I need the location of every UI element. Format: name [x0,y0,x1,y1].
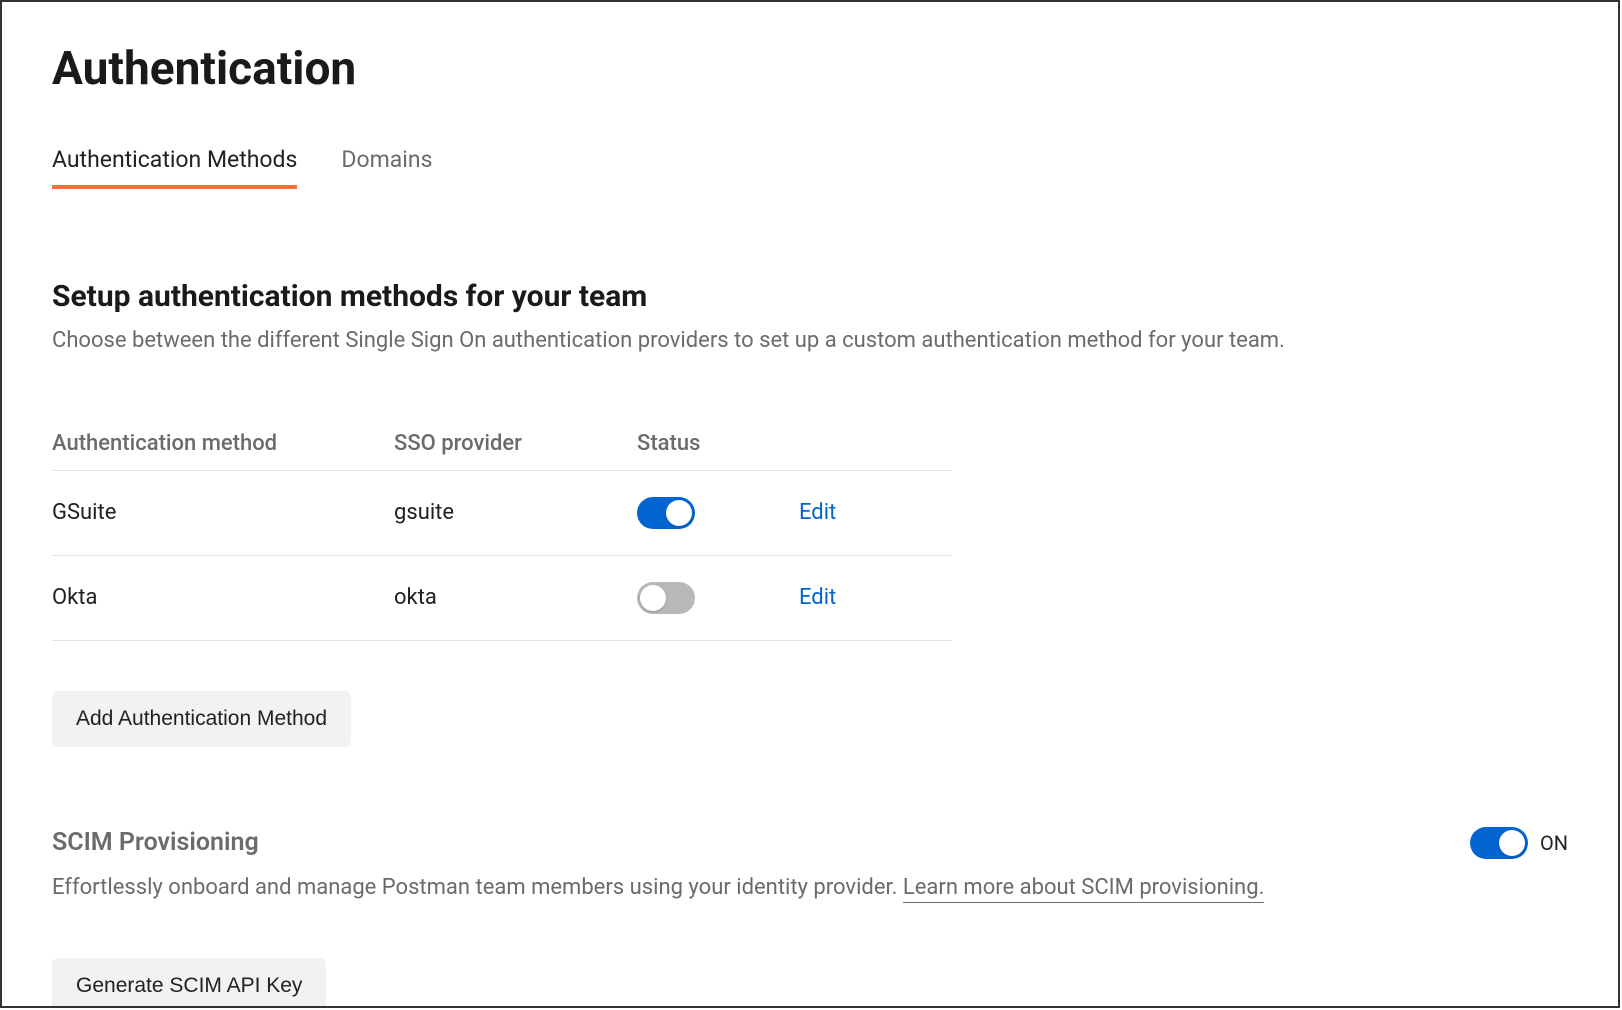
table-row: Okta okta Edit [52,555,952,640]
cell-action: Edit [799,470,952,555]
tabs-row: Authentication Methods Domains [52,146,1568,189]
cell-provider: gsuite [394,470,637,555]
scim-section: SCIM Provisioning ON Effortlessly onboar… [52,827,1568,1008]
scim-title: SCIM Provisioning [52,828,259,857]
section-heading: Setup authentication methods for your te… [52,279,1568,314]
cell-status [637,470,799,555]
edit-link[interactable]: Edit [799,585,836,610]
cell-provider: okta [394,555,637,640]
authentication-settings-panel: Authentication Authentication Methods Do… [0,0,1620,1008]
cell-action: Edit [799,555,952,640]
edit-link[interactable]: Edit [799,500,836,525]
scim-learn-more-link[interactable]: Learn more about SCIM provisioning. [903,875,1264,903]
scim-toggle[interactable] [1470,827,1528,859]
scim-status-label: ON [1540,831,1568,855]
tab-authentication-methods[interactable]: Authentication Methods [52,146,297,189]
scim-description-text: Effortlessly onboard and manage Postman … [52,875,903,900]
table-header-provider: SSO provider [394,417,637,471]
add-authentication-method-button[interactable]: Add Authentication Method [52,691,351,747]
status-toggle[interactable] [637,497,695,529]
tab-domains[interactable]: Domains [341,146,432,189]
cell-method: GSuite [52,470,394,555]
status-toggle[interactable] [637,582,695,614]
table-row: GSuite gsuite Edit [52,470,952,555]
cell-status [637,555,799,640]
auth-methods-table: Authentication method SSO provider Statu… [52,417,952,641]
cell-method: Okta [52,555,394,640]
table-header-status: Status [637,417,799,471]
generate-scim-api-key-button[interactable]: Generate SCIM API Key [52,958,326,1008]
scim-toggle-wrap: ON [1470,827,1568,859]
scim-description: Effortlessly onboard and manage Postman … [52,873,1568,904]
page-title: Authentication [52,42,1568,96]
table-header-method: Authentication method [52,417,394,471]
scim-header-row: SCIM Provisioning ON [52,827,1568,859]
table-header-action [799,417,952,471]
section-description: Choose between the different Single Sign… [52,326,1568,357]
